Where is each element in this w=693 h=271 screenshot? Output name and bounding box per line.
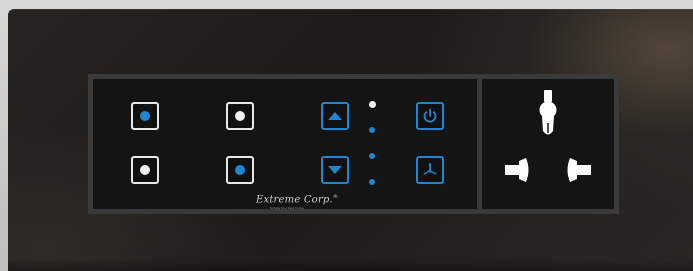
blue-led-icon: [235, 165, 245, 175]
blue-led-icon: [140, 111, 150, 121]
fan-speed-down-button[interactable]: [321, 156, 349, 184]
fan-icon: [423, 163, 437, 175]
switch-button-4[interactable]: [226, 156, 254, 184]
switch-button-1[interactable]: [131, 102, 159, 130]
fan-speed-up-button[interactable]: [321, 102, 349, 130]
fan-speed-indicator-3: [369, 153, 375, 159]
white-led-icon: [140, 165, 150, 175]
switch-button-3[interactable]: [131, 156, 159, 184]
brand-logo: Extreme Corp.® Simply touching home: [256, 194, 346, 212]
fan-speed-indicator-2: [369, 127, 375, 133]
fan-speed-indicator-1: [369, 101, 376, 108]
triangle-down-icon: [328, 166, 342, 174]
power-icon: [423, 108, 437, 123]
triangle-up-icon: [328, 112, 342, 120]
fan-button[interactable]: [416, 156, 444, 184]
touch-control-panel: [88, 74, 482, 214]
fan-speed-indicator-4: [369, 179, 375, 185]
switch-plate-frame: Extreme Corp.® Simply touching home: [0, 0, 693, 271]
brand-name: Extreme Corp.®: [256, 194, 339, 206]
universal-socket-icon: [505, 90, 591, 182]
fan-power-button[interactable]: [416, 102, 444, 130]
white-led-icon: [235, 111, 245, 121]
brand-tagline: Simply touching home: [270, 206, 304, 210]
switch-button-2[interactable]: [226, 102, 254, 130]
